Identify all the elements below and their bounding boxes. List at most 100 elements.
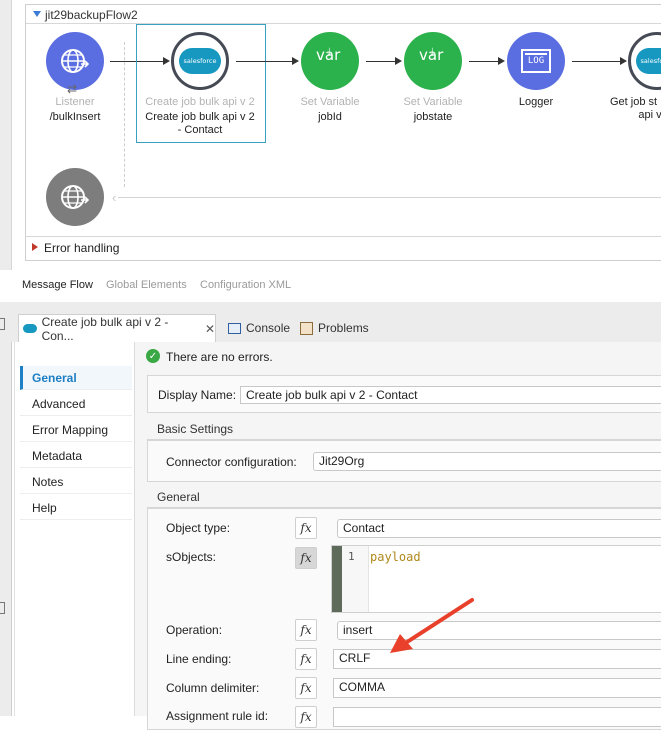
jobid-name: jobId <box>318 111 342 123</box>
column-delimiter-input[interactable]: COMMA <box>333 678 661 698</box>
editor-gutter-marker <box>332 546 342 612</box>
listener-name: /bulkInsert <box>49 111 101 123</box>
flow-arrow-head <box>498 57 505 65</box>
tab-configuration-xml[interactable]: Configuration XML <box>200 279 291 291</box>
sobjects-code: payload <box>370 550 421 564</box>
connector-config-select[interactable]: Jit29Org <box>313 452 661 471</box>
line-number: 1 <box>348 550 355 563</box>
fx-toggle-button[interactable]: fx <box>295 547 317 569</box>
flow-title: jit29backupFlow2 <box>45 8 138 22</box>
tab-problems[interactable]: Problems <box>300 314 369 342</box>
properties-nav: General Advanced Error Mapping Metadata … <box>12 342 135 716</box>
salesforce-icon: salesforce <box>636 48 661 74</box>
fx-toggle-button[interactable]: fx <box>295 517 317 539</box>
tab-console-label: Console <box>246 321 291 335</box>
console-icon <box>228 322 241 334</box>
set-variable-jobid-node[interactable]: ↓ var <box>301 32 359 90</box>
view-tabs-bar: Message Flow Global Elements Configurati… <box>0 270 661 302</box>
nav-notes[interactable]: Notes <box>20 470 132 494</box>
jobstate-name: jobstate <box>413 111 453 123</box>
flow-header[interactable]: jit29backupFlow2 <box>26 5 661 24</box>
expand-error-handling-icon[interactable] <box>32 243 38 251</box>
object-type-select[interactable]: Contact <box>337 519 661 538</box>
object-type-label: Object type: <box>166 521 231 535</box>
get-job-name-line1: Get job st <box>610 96 658 108</box>
editor-tab-bar: Create job bulk api v 2 - Con... ✕ Conso… <box>0 314 661 343</box>
create-job-type-label: Create job bulk api v 2 <box>145 96 255 108</box>
nav-metadata[interactable]: Metadata <box>20 444 132 468</box>
return-line <box>118 197 661 198</box>
nav-advanced[interactable]: Advanced <box>20 392 132 416</box>
nav-help[interactable]: Help <box>20 496 132 520</box>
variable-icon-text: var <box>419 46 444 64</box>
variable-icon: ↓ var <box>404 32 462 90</box>
create-job-name-line2: - Contact <box>177 124 223 136</box>
assignment-rule-input[interactable] <box>333 707 661 727</box>
logger-icon: LOG <box>521 49 551 73</box>
collapse-flow-icon[interactable] <box>33 11 41 17</box>
salesforce-icon <box>23 324 37 333</box>
fx-toggle-button[interactable]: fx <box>295 706 317 728</box>
create-job-name-line1: Create job bulk api v 2 <box>145 111 255 123</box>
flow-arrow-head <box>620 57 627 65</box>
window-icon <box>0 318 5 330</box>
set-variable-jobstate-node[interactable]: ↓ var <box>404 32 462 90</box>
annotation-arrow <box>390 598 474 653</box>
logger-icon-text: LOG <box>527 56 545 66</box>
display-name-label: Display Name: <box>158 388 237 402</box>
exchange-arrows-icon: ⇄ <box>67 82 78 96</box>
tab-global-elements[interactable]: Global Elements <box>106 279 187 291</box>
tab-console[interactable]: Console <box>228 314 290 342</box>
logger-node[interactable]: LOG <box>507 32 565 90</box>
operation-label: Operation: <box>166 623 223 637</box>
nav-general[interactable]: General <box>20 366 132 390</box>
flow-arrow-head <box>395 57 402 65</box>
tab-problems-label: Problems <box>318 321 369 335</box>
flow-arrow <box>469 61 499 62</box>
problems-icon <box>300 321 313 335</box>
flow-arrow-head <box>292 57 299 65</box>
fx-toggle-button[interactable]: fx <box>295 677 317 699</box>
sobjects-label: sObjects: <box>166 550 217 564</box>
assignment-rule-label: Assignment rule id: <box>166 709 269 723</box>
jobstate-type-label: Set Variable <box>403 96 463 108</box>
column-delimiter-label: Column delimiter: <box>166 681 260 695</box>
salesforce-icon: salesforce <box>179 48 221 74</box>
return-arrow-icon: ‹ <box>112 190 117 205</box>
status-message: There are no errors. <box>166 350 273 364</box>
error-handling-label[interactable]: Error handling <box>44 241 119 255</box>
connector-config-label: Connector configuration: <box>166 455 297 469</box>
nav-error-mapping[interactable]: Error Mapping <box>20 418 132 442</box>
general-section-title: General <box>157 490 200 504</box>
source-separator <box>124 42 125 187</box>
tab-create-job-properties[interactable]: Create job bulk api v 2 - Con... ✕ <box>18 314 216 343</box>
basic-settings-title: Basic Settings <box>157 422 234 436</box>
canvas-left-gutter <box>0 0 12 270</box>
check-icon: ✓ <box>146 349 160 363</box>
line-ending-label: Line ending: <box>166 652 232 666</box>
window-icon <box>0 602 5 614</box>
fx-toggle-button[interactable]: fx <box>295 619 317 641</box>
get-job-name-line2: api v <box>638 109 661 121</box>
outer-left-strip <box>0 342 12 716</box>
variable-icon-text: var <box>316 46 341 64</box>
jobid-type-label: Set Variable <box>300 96 360 108</box>
globe-icon <box>61 185 90 209</box>
display-name-input[interactable]: Create job bulk api v 2 - Contact <box>240 386 661 404</box>
flow-arrow <box>236 61 293 62</box>
fx-toggle-button[interactable]: fx <box>295 648 317 670</box>
flow-arrow <box>572 61 622 62</box>
panel-separator <box>0 302 661 314</box>
tab-message-flow[interactable]: Message Flow <box>22 279 93 291</box>
tab-create-job-label: Create job bulk api v 2 - Con... <box>41 314 169 343</box>
flow-canvas: jit29backupFlow2 Listener ⇄ /bulkInsert … <box>0 0 661 270</box>
globe-icon <box>61 49 90 73</box>
listener-type-label: Listener <box>55 96 95 108</box>
editor-line-gutter <box>342 546 369 612</box>
close-icon[interactable]: ✕ <box>205 322 215 336</box>
create-job-node[interactable]: salesforce <box>171 32 229 90</box>
response-node[interactable] <box>46 168 104 226</box>
logger-name: Logger <box>518 96 554 108</box>
error-divider <box>25 236 661 237</box>
flow-arrow <box>366 61 396 62</box>
